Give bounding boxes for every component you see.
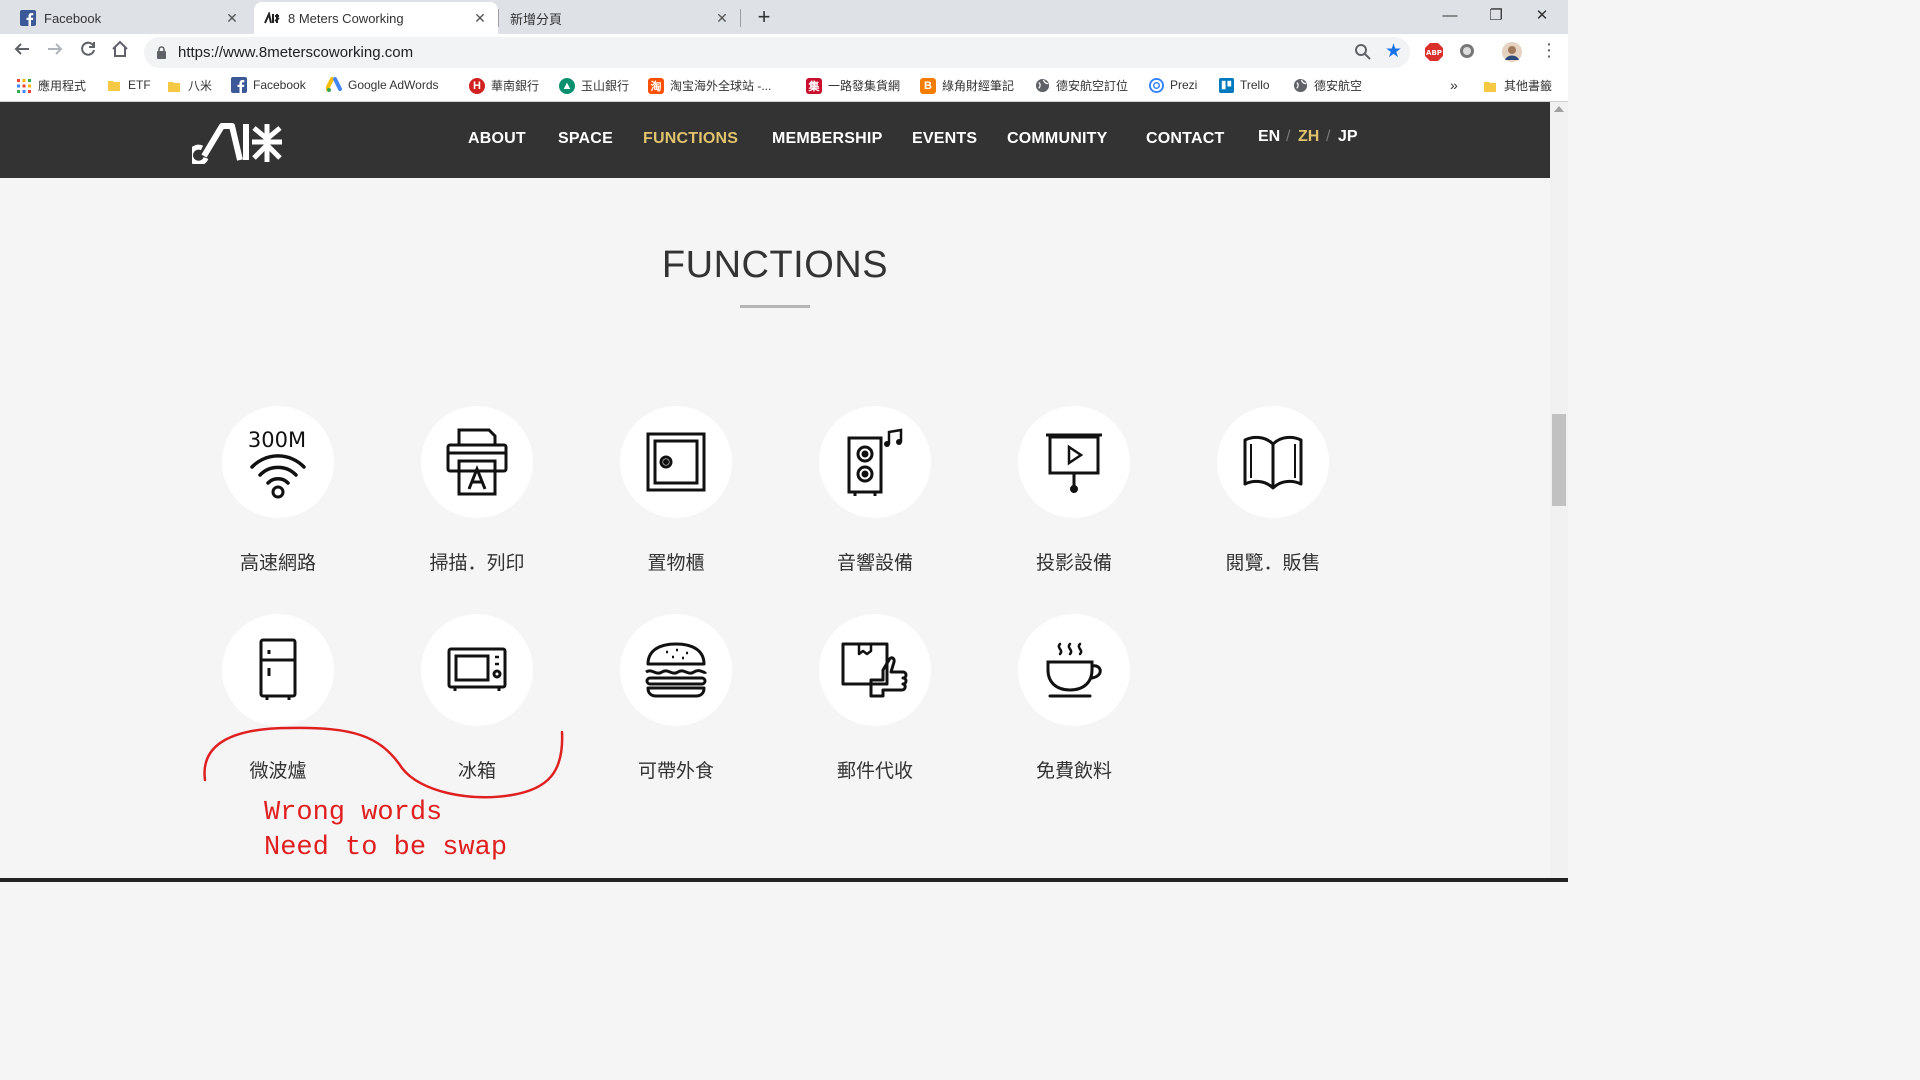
scroll-up-arrow-icon[interactable]	[1554, 106, 1564, 112]
page-scrollbar[interactable]	[1550, 102, 1568, 882]
annotation-text-line2: Need to be swap	[264, 833, 508, 863]
scrollbar-thumb[interactable]	[1552, 414, 1566, 506]
red-annotation-circle	[203, 726, 564, 799]
annotation-text-line1: Wrong words	[264, 798, 443, 828]
window-bottom-edge	[0, 878, 1568, 882]
